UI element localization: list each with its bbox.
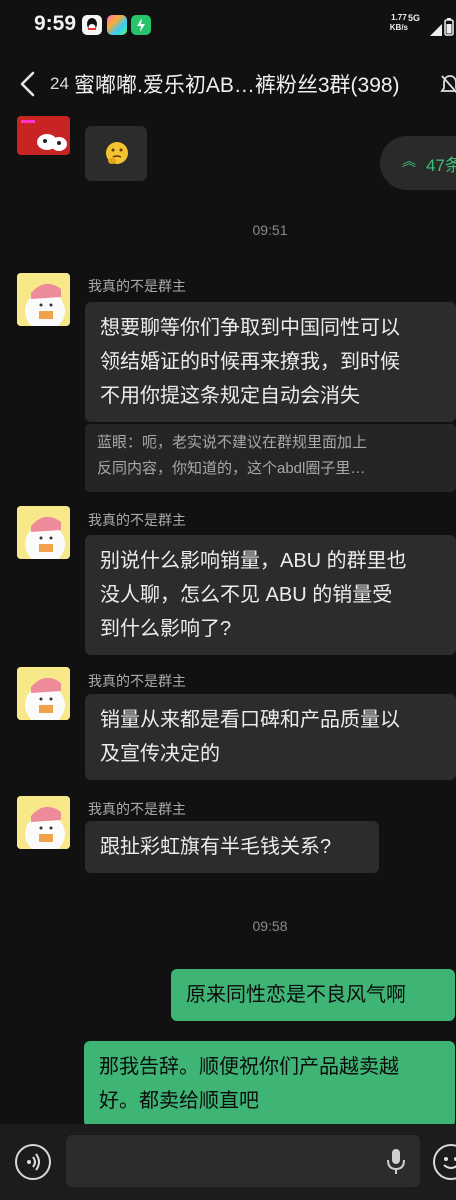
avatar[interactable] — [17, 667, 70, 720]
message-bubble-outgoing[interactable]: 原来同性恋是不良风气啊 — [171, 969, 455, 1021]
double-chevron-up-icon: ︽ — [402, 154, 416, 170]
avatar[interactable] — [17, 796, 70, 849]
message-bubble-outgoing[interactable]: 那我告辞。顺便祝你们产品越卖越 好。都卖给顺直吧 — [84, 1041, 455, 1124]
message-bubble[interactable]: 销量从来都是看口碑和产品质量以 及宣传决定的 — [85, 694, 456, 780]
message-bubble[interactable] — [85, 126, 147, 181]
back-icon[interactable] — [16, 70, 40, 98]
network-type: 5G — [407, 13, 420, 23]
timestamp: 09:58 — [252, 918, 288, 934]
new-messages-count: 47条 — [426, 156, 456, 175]
message-bubble[interactable]: 想要聊等你们争取到中国同性可以 领结婚证的时候再来撩我，到时候 不用你提这条规定… — [85, 302, 456, 422]
sender-name: 我真的不是群主 — [88, 801, 186, 817]
avatar[interactable] — [17, 273, 70, 326]
chat-header: 24 蜜嘟嘟.爱乐初AB…裤粉丝3群(398) — [0, 52, 456, 116]
sender-name: 我真的不是群主 — [88, 673, 186, 689]
charging-app-icon — [131, 15, 151, 35]
voice-icon[interactable] — [15, 1144, 51, 1180]
sender-name: 我真的不是群主 — [88, 512, 186, 528]
network-speed: 1.77 KB/s — [389, 13, 408, 32]
mute-icon — [440, 75, 456, 94]
message-bubble[interactable]: 别说什么影响销量，ABU 的群里也 没人聊，怎么不见 ABU 的销量受 到什么影… — [85, 535, 456, 655]
input-bar — [0, 1124, 456, 1200]
mic-icon[interactable] — [385, 1148, 407, 1176]
chat-title[interactable]: 蜜嘟嘟.爱乐初AB…裤粉丝3群(398) — [74, 69, 400, 99]
message-bubble[interactable]: 跟扯彩虹旗有半毛钱关系? — [85, 821, 379, 873]
avatar[interactable] — [17, 506, 70, 559]
unread-count[interactable]: 24 — [50, 74, 69, 94]
sender-name: 我真的不是群主 — [88, 278, 186, 294]
quoted-message[interactable]: 蓝眼：呃，老实说不建议在群规里面加上 反同内容，你知道的，这个abdl圈子里… — [85, 424, 456, 492]
status-time: 9:59 — [34, 12, 77, 35]
message-input[interactable] — [66, 1135, 420, 1187]
thinking-emoji-icon — [106, 142, 128, 164]
new-messages-pill[interactable]: ︽ 47条 — [380, 136, 456, 190]
message-list[interactable]: ︽ 47条 09:51 我真的不是群主 想要聊等你们争取到中国同性可以 领结婚证… — [0, 116, 456, 1124]
battery-icon — [444, 18, 454, 36]
qq-icon — [82, 15, 102, 35]
emoji-icon[interactable] — [433, 1144, 456, 1180]
timestamp: 09:51 — [252, 222, 288, 238]
signal-icon — [430, 24, 442, 36]
status-bar: 9:59 1.77 KB/s 5G — [0, 0, 456, 48]
app-icon — [107, 15, 127, 35]
avatar[interactable] — [17, 116, 70, 155]
